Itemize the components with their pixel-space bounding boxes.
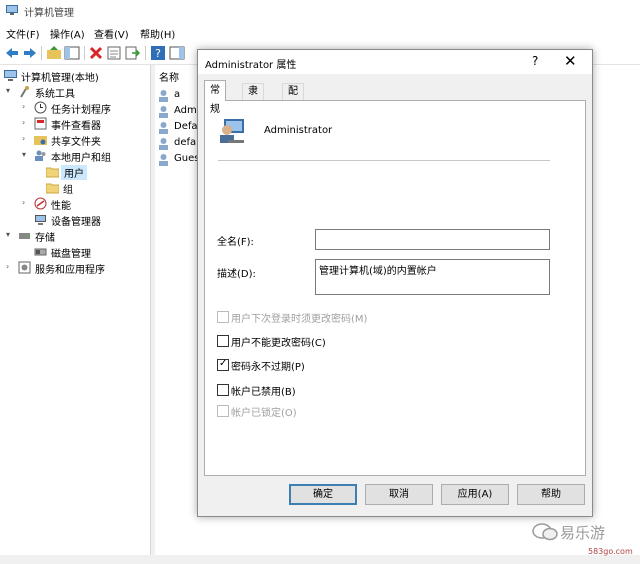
export-list-icon[interactable] [124, 45, 140, 61]
menu-file[interactable]: 文件(F) [6, 26, 40, 41]
fullname-field[interactable] [315, 229, 550, 250]
menu-view[interactable]: 查看(V) [94, 26, 129, 41]
properties-dialog: Administrator 属性 ? ✕ 常规 隶属于 配置文件 Adminis… [197, 49, 593, 517]
device-manager-icon [35, 215, 46, 225]
properties-icon[interactable] [106, 45, 122, 61]
folder-icon [46, 167, 59, 178]
expand-arrow-icon[interactable]: › [22, 198, 32, 210]
computer-management-icon [4, 70, 17, 81]
user-icon [159, 106, 168, 118]
performance-icon [34, 197, 47, 210]
collapse-arrow-icon[interactable]: ▾ [22, 150, 32, 162]
description-label: 描述(D): [217, 269, 256, 280]
show-hide-tree-icon[interactable] [64, 45, 80, 61]
system-tools-icon [20, 86, 29, 98]
up-folder-icon[interactable] [46, 45, 62, 61]
cancel-button[interactable]: 取消 [365, 484, 433, 505]
folder-icon [46, 183, 59, 194]
fullname-label: 全名(F): [217, 237, 254, 248]
tab-member-of[interactable]: 隶属于 [242, 83, 264, 127]
ok-button[interactable]: 确定 [289, 484, 357, 505]
dialog-title: Administrator 属性 [205, 60, 297, 71]
back-arrow-icon[interactable] [4, 45, 20, 61]
description-field[interactable]: 管理计算机(域)的内置帐户 [315, 259, 550, 295]
local-users-groups-icon [35, 150, 46, 161]
console-tree: 计算机管理(本地) ▾ 系统工具 › 任务计划程序 › 事件查看器 › 共享文件… [0, 65, 151, 555]
svg-text:?: ? [155, 47, 161, 60]
expand-arrow-icon[interactable]: › [22, 102, 32, 114]
shared-folders-icon [34, 136, 47, 145]
expand-arrow-icon[interactable]: › [22, 118, 32, 130]
apply-button[interactable]: 应用(A) [441, 484, 509, 505]
menu-help[interactable]: 帮助(H) [140, 26, 175, 41]
user-icon [159, 122, 168, 134]
tab-profile[interactable]: 配置文件 [282, 83, 304, 142]
services-apps-icon [18, 261, 31, 274]
divider [218, 160, 550, 161]
checkmark-icon: ✓ [219, 358, 228, 369]
storage-icon [19, 233, 30, 239]
watermark-url: 583go.com [588, 547, 633, 556]
dialog-titlebar: Administrator 属性 ? ✕ [198, 50, 592, 74]
delete-icon[interactable] [88, 45, 104, 61]
user-icon [159, 90, 168, 102]
user-icon [159, 154, 168, 166]
dialog-help-button[interactable]: ? [532, 54, 538, 68]
menu-bar: 文件(F) 操作(A) 查看(V) 帮助(H) [0, 22, 640, 42]
user-account-icon [220, 119, 244, 143]
watermark-text: 易乐游 [560, 524, 606, 542]
computer-management-icon [6, 5, 18, 15]
collapse-arrow-icon[interactable]: ▾ [6, 230, 16, 242]
help-button[interactable]: 帮助 [517, 484, 585, 505]
chat-bubble-icon [532, 523, 558, 541]
window-title: 计算机管理 [24, 8, 74, 19]
user-icon [159, 138, 168, 150]
dialog-close-button[interactable]: ✕ [564, 52, 577, 70]
user-name: Administrator [264, 125, 333, 136]
column-header-name[interactable]: 名称 [159, 69, 179, 84]
expand-arrow-icon[interactable]: › [22, 134, 32, 146]
forward-arrow-icon[interactable] [22, 45, 38, 61]
expand-arrow-icon[interactable]: › [6, 262, 16, 274]
general-tab-panel: Administrator 全名(F): 描述(D): 管理计算机(域)的内置帐… [204, 100, 586, 476]
task-scheduler-icon [34, 101, 47, 114]
computer-management-window: 计算机管理 文件(F) 操作(A) 查看(V) 帮助(H) ? 计算机管理(本地… [0, 0, 640, 564]
disk-management-icon [34, 248, 47, 256]
tab-general[interactable]: 常规 [204, 80, 226, 115]
collapse-arrow-icon[interactable]: ▾ [6, 86, 16, 98]
event-viewer-icon [34, 117, 47, 130]
watermark: 易乐游 583go.com [530, 518, 638, 562]
window-titlebar: 计算机管理 [0, 0, 640, 22]
action-pane-icon[interactable] [169, 45, 185, 61]
menu-action[interactable]: 操作(A) [50, 26, 85, 41]
help-icon[interactable]: ? [150, 45, 166, 61]
